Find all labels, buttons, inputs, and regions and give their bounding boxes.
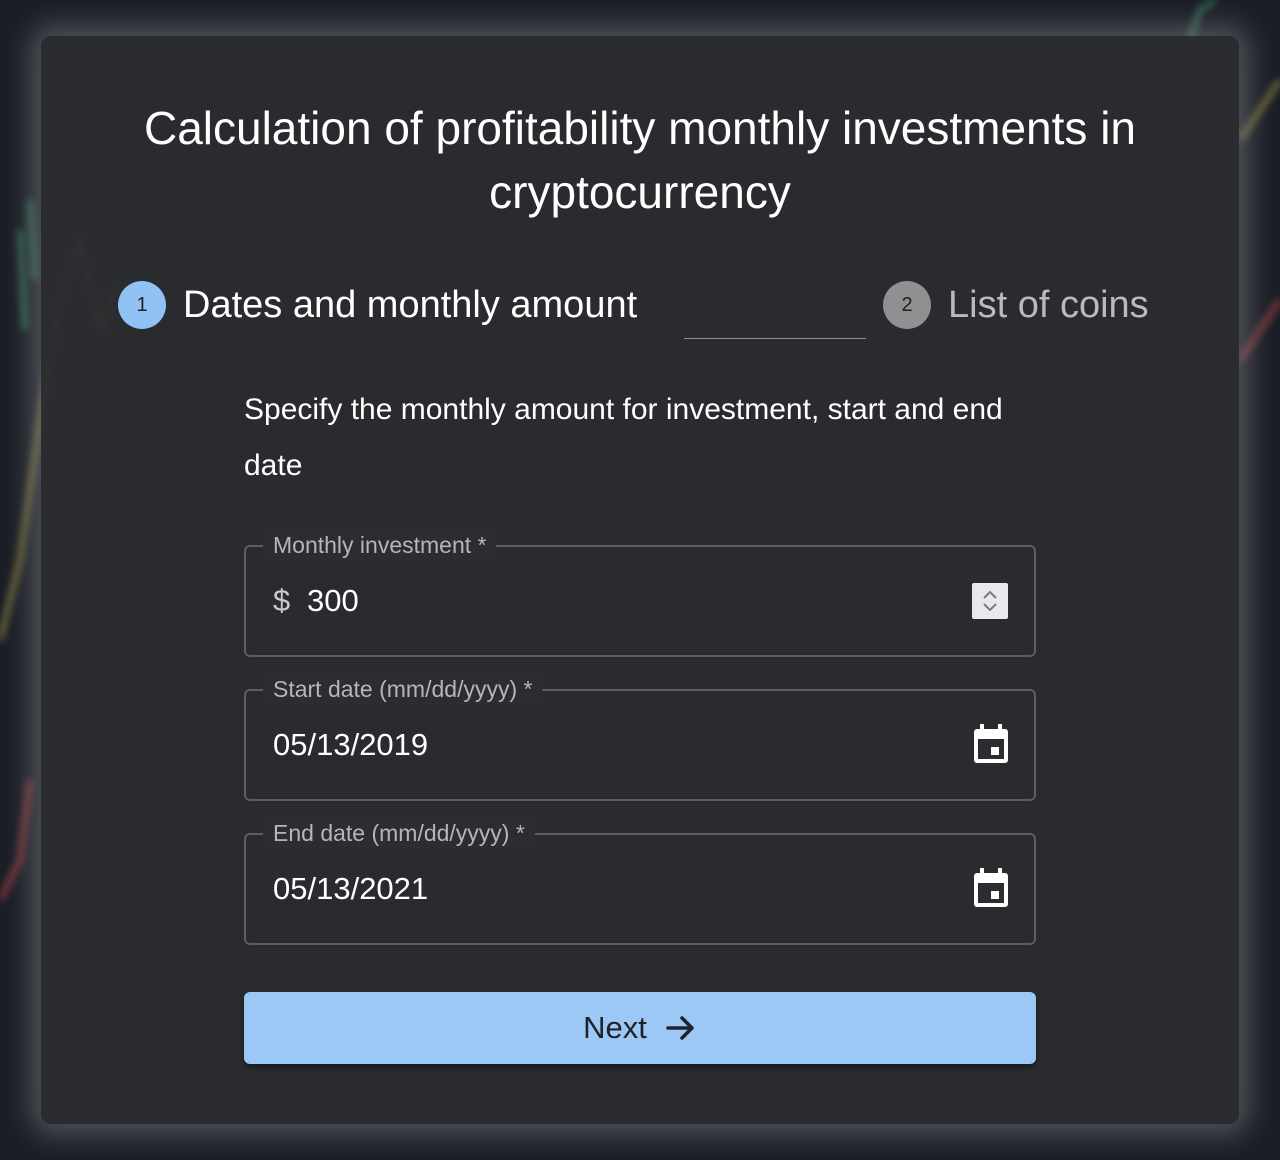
start-date-label: Start date (mm/dd/yyyy) * [263,674,543,704]
form-instructions: Specify the monthly amount for investmen… [244,393,1003,482]
next-button-label: Next [583,1010,647,1045]
monthly-investment-input[interactable] [307,579,907,623]
calendar-icon[interactable] [970,867,1012,911]
end-date-input[interactable] [273,867,873,911]
start-date-field: Start date (mm/dd/yyyy) * [244,674,1036,801]
step-1-label: Dates and monthly amount [183,284,638,326]
end-date-label: End date (mm/dd/yyyy) * [263,818,535,848]
page-title: Calculation of profitability monthly inv… [143,102,1136,218]
step-1-number: 1 [118,281,166,329]
calculator-card: Calculation of profitability monthly inv… [41,36,1239,1124]
end-date-field: End date (mm/dd/yyyy) * [244,818,1036,945]
arrow-right-icon [666,1016,694,1040]
spin-up-down-icon[interactable] [972,583,1008,619]
currency-prefix: $ [273,583,291,618]
step-2-number: 2 [883,281,931,329]
start-date-input[interactable] [273,723,873,767]
next-button[interactable]: Next [244,992,1036,1064]
step-2-label: List of coins [948,284,1149,326]
calendar-icon[interactable] [970,723,1012,767]
monthly-investment-label: Monthly investment * [263,530,497,560]
monthly-investment-field: Monthly investment * $ [244,530,1036,657]
stepper: 1 Dates and monthly amount 2 List of coi… [118,278,1162,339]
step-connector [684,338,866,339]
